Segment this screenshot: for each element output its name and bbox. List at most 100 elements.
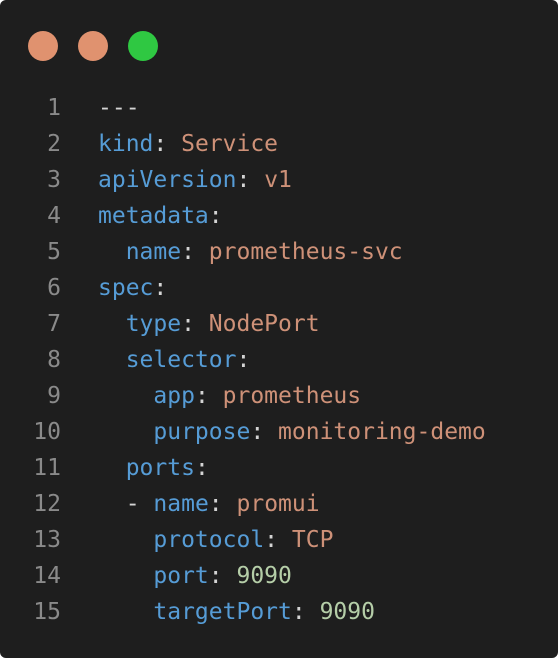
key-separator: :	[236, 167, 265, 193]
line-content: protocol: TCP	[98, 522, 333, 558]
line-content: port: 9090	[98, 558, 292, 594]
code-line: 8 selector:	[0, 342, 558, 378]
list-dash: -	[125, 491, 154, 517]
key-separator: :	[194, 455, 209, 481]
line-content: targetPort: 9090	[98, 594, 375, 630]
line-number: 3	[47, 167, 61, 193]
line-number: 10	[33, 419, 61, 445]
code-line: 15 targetPort: 9090	[0, 594, 558, 630]
yaml-key: app	[153, 383, 195, 409]
yaml-value: prometheus-svc	[208, 239, 403, 265]
line-content: selector:	[98, 342, 251, 378]
key-separator: :	[236, 347, 251, 373]
key-separator: :	[208, 203, 223, 229]
yaml-key: targetPort	[153, 599, 292, 625]
line-number: 15	[33, 599, 61, 625]
line-content: spec:	[98, 270, 167, 306]
close-button[interactable]	[28, 31, 58, 61]
yaml-value: 9090	[236, 563, 292, 589]
key-separator: :	[181, 311, 209, 337]
yaml-key: type	[125, 311, 182, 337]
yaml-value: TCP	[291, 527, 334, 553]
line-content: name: prometheus-svc	[98, 234, 403, 270]
line-content: apiVersion: v1	[98, 162, 292, 198]
yaml-key: port	[153, 563, 209, 589]
line-number: 14	[33, 563, 61, 589]
yaml-value: Service	[181, 131, 279, 157]
yaml-value: NodePort	[208, 311, 320, 337]
code-line: 13 protocol: TCP	[0, 522, 558, 558]
line-content: ports:	[98, 450, 209, 486]
code-line: 9 app: prometheus	[0, 378, 558, 414]
code-line: 7 type: NodePort	[0, 306, 558, 342]
yaml-key: name	[153, 491, 209, 517]
yaml-key: selector	[125, 347, 237, 373]
key-separator: :	[208, 491, 237, 517]
line-content: - name: promui	[98, 486, 320, 522]
title-bar	[0, 0, 558, 90]
yaml-key: purpose	[153, 419, 251, 445]
key-separator: :	[153, 131, 182, 157]
code-line: 14 port: 9090	[0, 558, 558, 594]
line-number: 11	[33, 455, 61, 481]
code-line: 4 metadata:	[0, 198, 558, 234]
code-line: 12 - name: promui	[0, 486, 558, 522]
key-separator: :	[250, 419, 279, 445]
code-line: 10 purpose: monitoring-demo	[0, 414, 558, 450]
code-editor[interactable]: 1 --- 2 kind: Service 3 apiVersion: v1 4 metada…	[0, 90, 558, 630]
line-number: 12	[33, 491, 61, 517]
code-line: 5 name: prometheus-svc	[0, 234, 558, 270]
yaml-value: prometheus	[222, 383, 362, 409]
yaml-value: promui	[236, 491, 320, 517]
zoom-button[interactable]	[128, 31, 158, 61]
yaml-key: kind	[98, 131, 154, 157]
line-number: 7	[47, 311, 61, 337]
key-separator: :	[153, 275, 168, 301]
yaml-key: metadata	[98, 203, 209, 229]
line-number: 13	[33, 527, 61, 553]
line-number: 1	[47, 95, 61, 121]
yaml-value: v1	[264, 167, 292, 193]
line-content: purpose: monitoring-demo	[98, 414, 486, 450]
line-content: kind: Service	[98, 126, 278, 162]
yaml-key: name	[125, 239, 182, 265]
minimize-button[interactable]	[78, 31, 108, 61]
code-line: 1 ---	[0, 90, 558, 126]
document-start-marker: ---	[98, 95, 140, 121]
yaml-key: ports	[125, 455, 195, 481]
key-separator: :	[194, 383, 223, 409]
yaml-value: 9090	[319, 599, 375, 625]
code-line: 2 kind: Service	[0, 126, 558, 162]
line-number: 2	[47, 131, 61, 157]
line-number: 6	[47, 275, 61, 301]
line-content: type: NodePort	[98, 306, 320, 342]
line-number: 5	[47, 239, 61, 265]
key-separator: :	[208, 563, 237, 589]
yaml-key: spec	[98, 275, 154, 301]
code-window: 1 --- 2 kind: Service 3 apiVersion: v1 4 metada…	[0, 0, 558, 658]
code-line: 3 apiVersion: v1	[0, 162, 558, 198]
key-separator: :	[291, 599, 320, 625]
line-number: 4	[47, 203, 61, 229]
line-content: ---	[98, 90, 140, 126]
code-line: 6 spec:	[0, 270, 558, 306]
line-content: metadata:	[98, 198, 223, 234]
line-number: 9	[47, 383, 61, 409]
key-separator: :	[264, 527, 292, 553]
yaml-key: protocol	[153, 527, 265, 553]
yaml-value: monitoring-demo	[278, 419, 486, 445]
line-content: app: prometheus	[98, 378, 361, 414]
key-separator: :	[181, 239, 209, 265]
yaml-key: apiVersion	[98, 167, 237, 193]
line-number: 8	[47, 347, 61, 373]
